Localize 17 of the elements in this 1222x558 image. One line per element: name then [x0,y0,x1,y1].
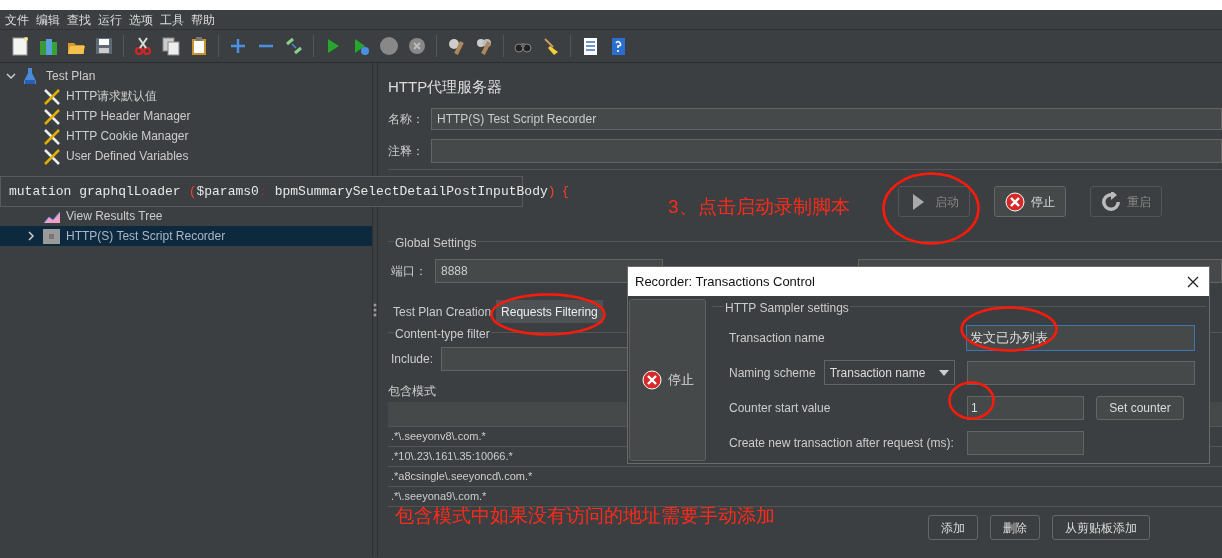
field-label: Counter start value [729,399,831,417]
field-label: 注释： [388,143,425,160]
table-cell-text: .*a8csingle\.seeyoncd\.com.* [390,469,533,485]
panel-title: HTTP代理服务器 [388,77,504,97]
code-line: mutation graphqlLoader ($params0: bpmSummarySelectDetailPostInputBody) { [9,182,570,201]
field-label: Transaction name [729,329,825,347]
field-label: 端口： [391,262,428,280]
table-cell-text: .*\.seeyona9\.com.* [390,489,487,505]
field-label: 名称： [388,111,425,128]
field-label: Include: [391,350,435,368]
section-title: 包含模式 [388,383,436,400]
field-label: Create new transaction after request (ms): [729,434,954,452]
annotation-text: 包含模式中如果没有访问的地址需要手动添加 [395,504,775,528]
table-cell-text: .*\.seeyonv8\.com.* [390,429,486,445]
field-label: Naming scheme [729,364,816,382]
table-cell-text: .*10\.23\.161\.35:10066.* [390,449,513,465]
annotation-text: 3、点击启动录制脚本 [668,195,850,219]
